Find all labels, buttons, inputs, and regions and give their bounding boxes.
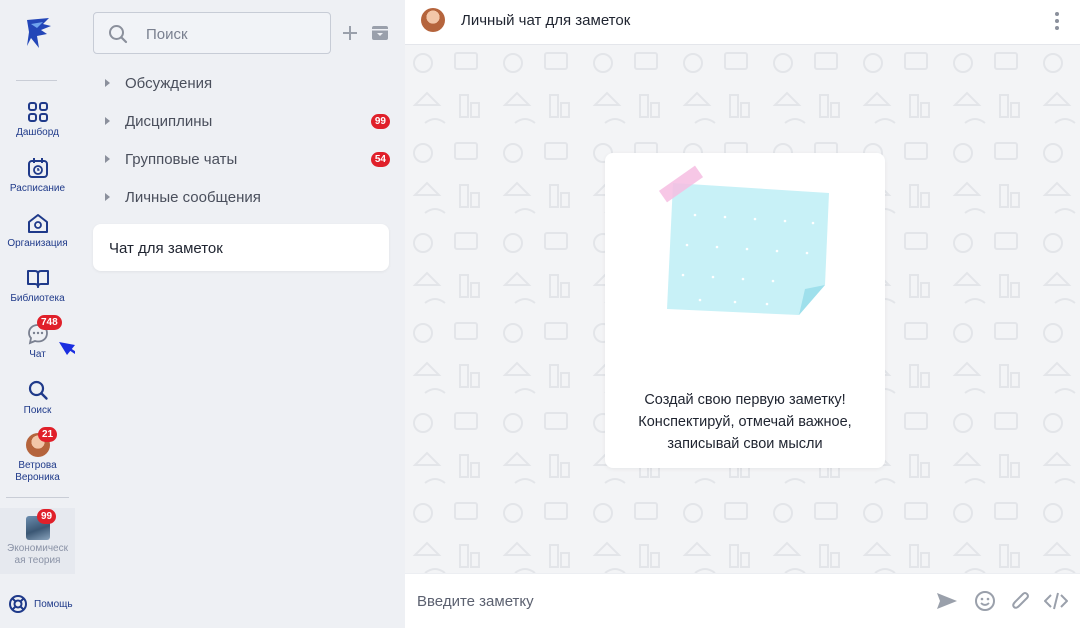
profile-name-line2: Вероника [15, 472, 60, 483]
empty-state-line3: записывай свои мысли [667, 436, 823, 452]
search-input[interactable] [144, 21, 318, 47]
group-badge: 99 [370, 113, 390, 129]
notes-chat-item[interactable]: Чат для заметок [93, 224, 389, 271]
chevron-right-icon [105, 193, 110, 201]
group-discussions[interactable]: Обсуждения [105, 71, 395, 95]
dashboard-icon [27, 102, 48, 122]
help-button[interactable]: Помощь [8, 594, 73, 614]
search-icon [28, 380, 48, 400]
more-vertical-icon[interactable] [1053, 11, 1061, 31]
chat-unread-badge: 748 [37, 315, 62, 330]
chat-avatar [421, 8, 445, 32]
empty-state-line1: Создай свою первую заметку! [644, 392, 846, 408]
group-label: Личные сообщения [125, 188, 261, 206]
profile-badge: 21 [38, 427, 58, 442]
nav-rail: Дашборд Расписание Организация Библиотек… [0, 0, 75, 627]
app-logo[interactable] [21, 16, 55, 50]
book-icon [26, 270, 49, 288]
course-name-line1: Экономическ [7, 543, 68, 554]
emoji-icon[interactable] [974, 590, 996, 612]
sticky-note-illustration [658, 165, 829, 315]
group-group-chats[interactable]: Групповые чаты 54 [105, 147, 395, 171]
rail-divider [6, 497, 69, 498]
group-personal-messages[interactable]: Личные сообщения [105, 185, 395, 209]
chat-panel: Личный чат для заметок Создай свою перву… [405, 0, 1080, 628]
profile-name-line1: Ветрова [18, 460, 57, 471]
chat-title: Личный чат для заметок [461, 12, 631, 29]
group-badge: 54 [370, 151, 390, 167]
help-label: Помощь [34, 598, 73, 610]
rail-item-course[interactable]: 99 Экономическ ая теория [0, 508, 75, 574]
course-badge: 99 [37, 509, 57, 524]
message-composer [405, 573, 1080, 628]
chat-list-panel: Обсуждения Дисциплины 99 Групповые чаты … [75, 0, 405, 627]
rail-item-label: Дашборд [16, 127, 59, 138]
rail-divider [16, 80, 57, 81]
chat-header: Личный чат для заметок [405, 0, 1080, 45]
search-box[interactable] [93, 12, 331, 54]
calendar-icon [27, 158, 48, 178]
rail-item-profile[interactable]: 21 Ветрова Вероника [0, 427, 75, 484]
note-input[interactable] [415, 587, 919, 615]
chevron-right-icon [105, 117, 110, 125]
group-label: Дисциплины [125, 112, 213, 130]
chat-background: Создай свою первую заметку! Конспектируй… [405, 45, 1080, 573]
rail-item-organization[interactable]: Организация [0, 211, 75, 250]
chevron-right-icon [105, 155, 110, 163]
add-icon[interactable] [341, 24, 359, 42]
rail-item-label: Организация [7, 238, 68, 249]
empty-state-text: Создай свою первую заметку! Конспектируй… [615, 389, 875, 455]
code-icon[interactable] [1044, 592, 1068, 610]
notes-chat-label: Чат для заметок [109, 240, 223, 257]
empty-state-card: Создай свою первую заметку! Конспектируй… [605, 153, 885, 468]
rail-item-dashboard[interactable]: Дашборд [0, 100, 75, 139]
chevron-right-icon [105, 79, 110, 87]
course-name-line2: ая теория [14, 555, 61, 566]
send-icon[interactable] [936, 591, 958, 611]
group-disciplines[interactable]: Дисциплины 99 [105, 109, 395, 133]
rail-item-schedule[interactable]: Расписание [0, 156, 75, 195]
group-label: Обсуждения [125, 74, 213, 92]
organization-icon [27, 214, 48, 233]
lifebuoy-icon [9, 595, 27, 613]
group-label: Групповые чаты [125, 150, 238, 168]
search-icon [109, 25, 128, 44]
rail-item-label: Расписание [9, 183, 66, 194]
rail-item-library[interactable]: Библиотека [0, 266, 75, 305]
empty-state-line2: Конспектируй, отмечай важное, [638, 414, 852, 430]
archive-icon[interactable] [371, 24, 389, 42]
paperclip-icon[interactable] [1011, 590, 1031, 612]
rail-item-label: Библиотека [10, 293, 65, 304]
